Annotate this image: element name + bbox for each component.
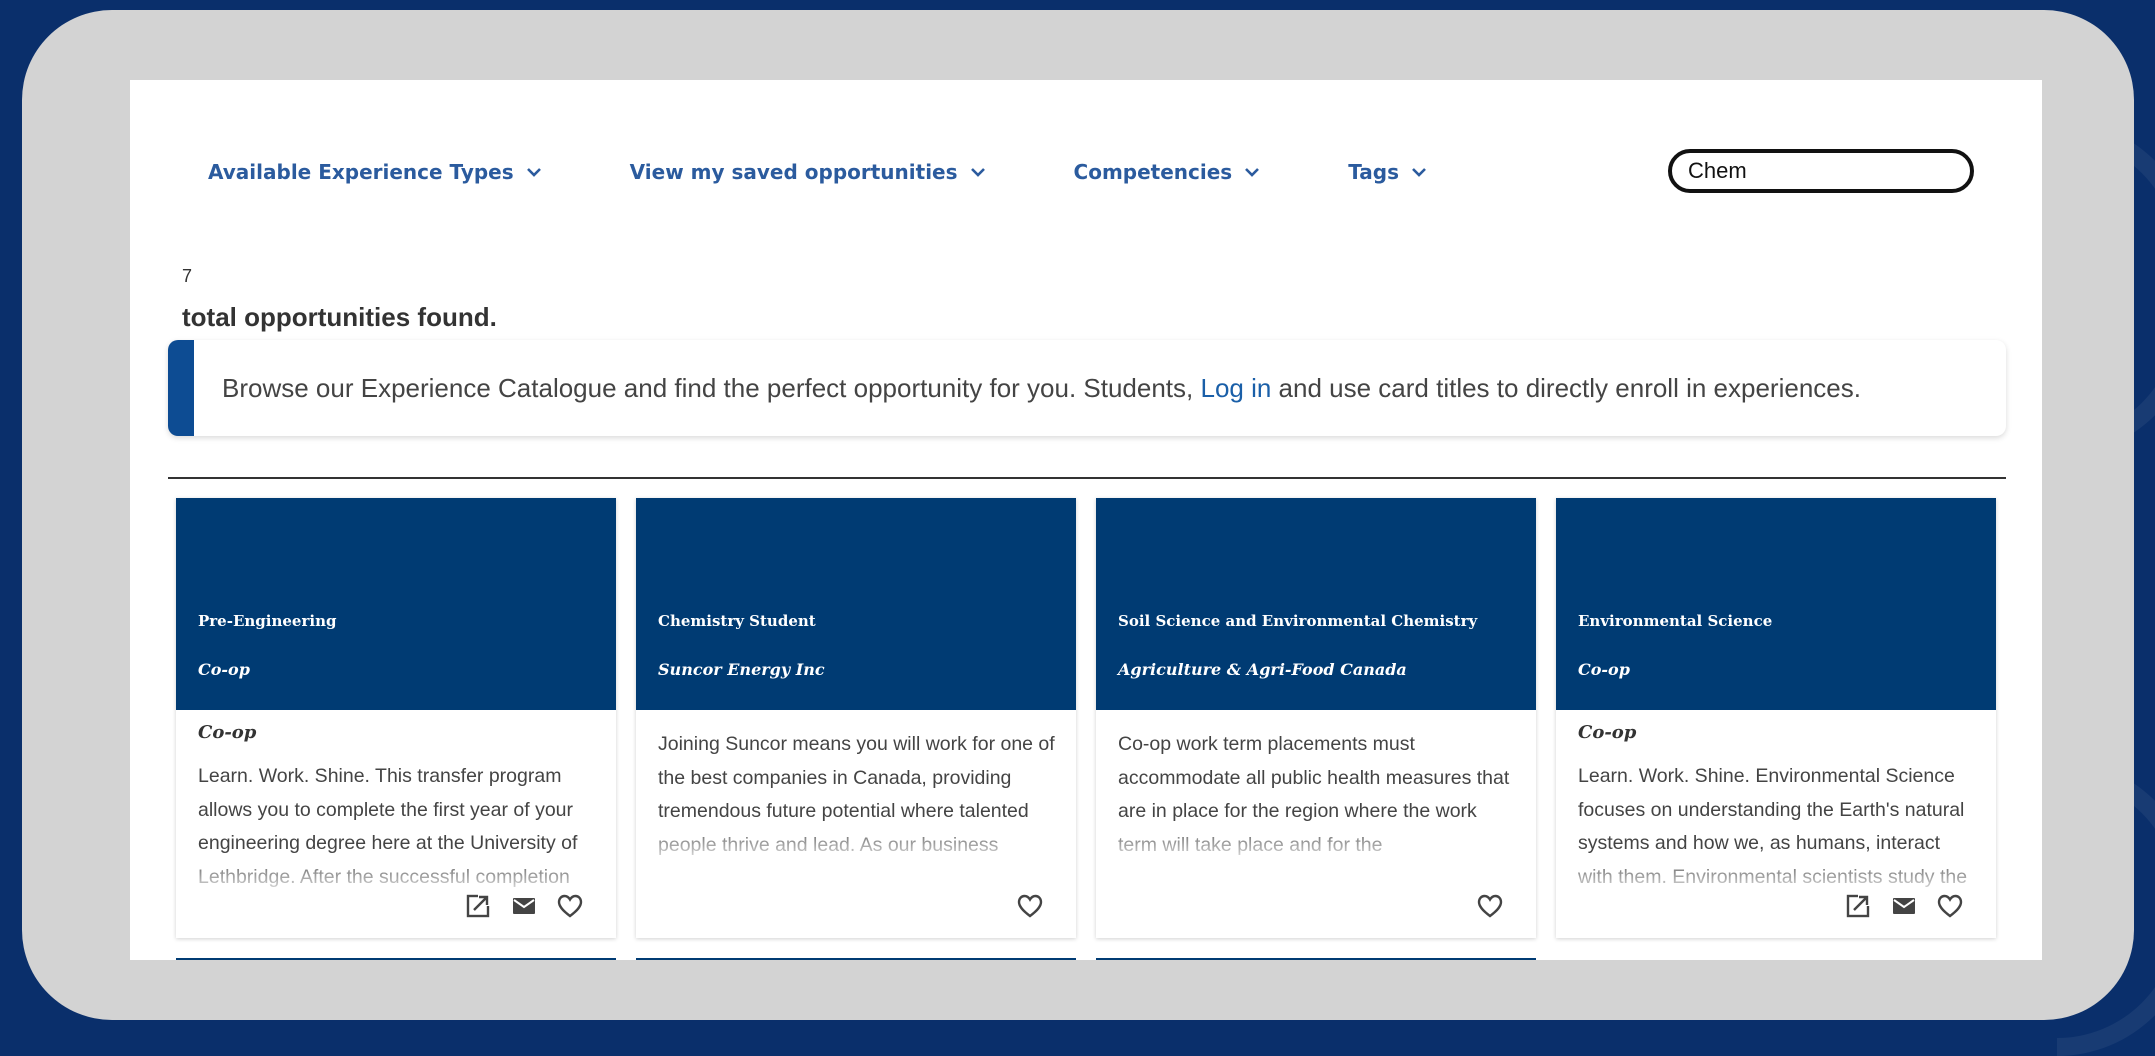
nav-label: Tags	[1348, 160, 1399, 184]
card-type: Co-op	[198, 722, 257, 743]
card-header: Chemistry Student Suncor Energy Inc	[636, 498, 1076, 710]
nav-tags[interactable]: Tags	[1348, 160, 1429, 184]
external-link-icon[interactable]	[464, 892, 492, 920]
result-count: 7	[182, 266, 193, 286]
card-subtitle: Co-op	[198, 660, 250, 679]
card-description: Joining Suncor means you will work for o…	[658, 733, 1055, 856]
card-description: Co-op work term placements must accommod…	[1118, 733, 1510, 856]
nav-competencies[interactable]: Competencies	[1074, 160, 1263, 184]
filter-nav: Available Experience Types View my saved…	[208, 160, 1429, 184]
notice-text-start: Browse our Experience Catalogue and find…	[222, 372, 1201, 403]
result-label: total opportunities found.	[182, 302, 497, 332]
card-subtitle: Agriculture & Agri-Food Canada	[1118, 660, 1407, 679]
card-title[interactable]: Pre-Engineering	[198, 612, 336, 630]
notice-accent-bar	[168, 340, 194, 436]
card-header: Pre-Engineering Co-op	[176, 498, 616, 710]
next-row-card-peek	[176, 958, 616, 960]
chevron-down-icon	[526, 168, 541, 177]
card-description: Learn. Work. Shine. Environmental Scienc…	[1578, 765, 1968, 888]
heart-icon[interactable]	[1016, 892, 1044, 920]
opportunity-card: Soil Science and Environmental Chemistry…	[1096, 498, 1536, 938]
opportunity-card: Chemistry Student Suncor Energy Inc Join…	[636, 498, 1076, 938]
card-title[interactable]: Environmental Science	[1578, 612, 1772, 630]
nav-label: View my saved opportunities	[629, 160, 958, 184]
nav-label: Available Experience Types	[208, 160, 514, 184]
opportunity-card: Pre-Engineering Co-op Co-op Learn. Work.…	[176, 498, 616, 938]
card-type: Co-op	[1578, 722, 1637, 743]
card-actions	[1844, 892, 1964, 920]
card-actions	[464, 892, 584, 920]
nav-available-experience-types[interactable]: Available Experience Types	[208, 160, 544, 184]
search-input[interactable]	[1686, 157, 1970, 185]
card-title[interactable]: Soil Science and Environmental Chemistry	[1118, 612, 1477, 630]
search-box	[1668, 149, 1974, 193]
login-link[interactable]: Log in	[1200, 373, 1271, 403]
next-row-card-peek	[1096, 958, 1536, 960]
catalogue-page: Available Experience Types View my saved…	[130, 80, 2042, 960]
heart-icon[interactable]	[1936, 892, 1964, 920]
card-header: Soil Science and Environmental Chemistry…	[1096, 498, 1536, 710]
card-subtitle: Co-op	[1578, 660, 1630, 679]
chevron-down-icon	[1245, 168, 1260, 177]
notice-text: Browse our Experience Catalogue and find…	[222, 373, 1861, 404]
card-subtitle: Suncor Energy Inc	[658, 660, 825, 679]
notice-text-end: and use card titles to directly enroll i…	[1271, 372, 1861, 403]
mail-icon[interactable]	[1890, 892, 1918, 920]
info-notice: Browse our Experience Catalogue and find…	[168, 340, 2006, 436]
chevron-down-icon	[970, 168, 985, 177]
divider	[168, 477, 2006, 479]
card-actions	[1016, 892, 1044, 920]
heart-icon[interactable]	[1476, 892, 1504, 920]
next-row-card-peek	[636, 958, 1076, 960]
nav-label: Competencies	[1073, 160, 1233, 184]
heart-icon[interactable]	[556, 892, 584, 920]
card-description: Learn. Work. Shine. This transfer progra…	[198, 765, 578, 888]
external-link-icon[interactable]	[1844, 892, 1872, 920]
mail-icon[interactable]	[510, 892, 538, 920]
card-header: Environmental Science Co-op	[1556, 498, 1996, 710]
nav-saved-opportunities[interactable]: View my saved opportunities	[630, 160, 988, 184]
card-title[interactable]: Chemistry Student	[658, 612, 816, 630]
card-actions	[1476, 892, 1504, 920]
opportunity-card: Environmental Science Co-op Co-op Learn.…	[1556, 498, 1996, 938]
chevron-down-icon	[1412, 168, 1426, 177]
browser-frame: Available Experience Types View my saved…	[22, 10, 2134, 1020]
